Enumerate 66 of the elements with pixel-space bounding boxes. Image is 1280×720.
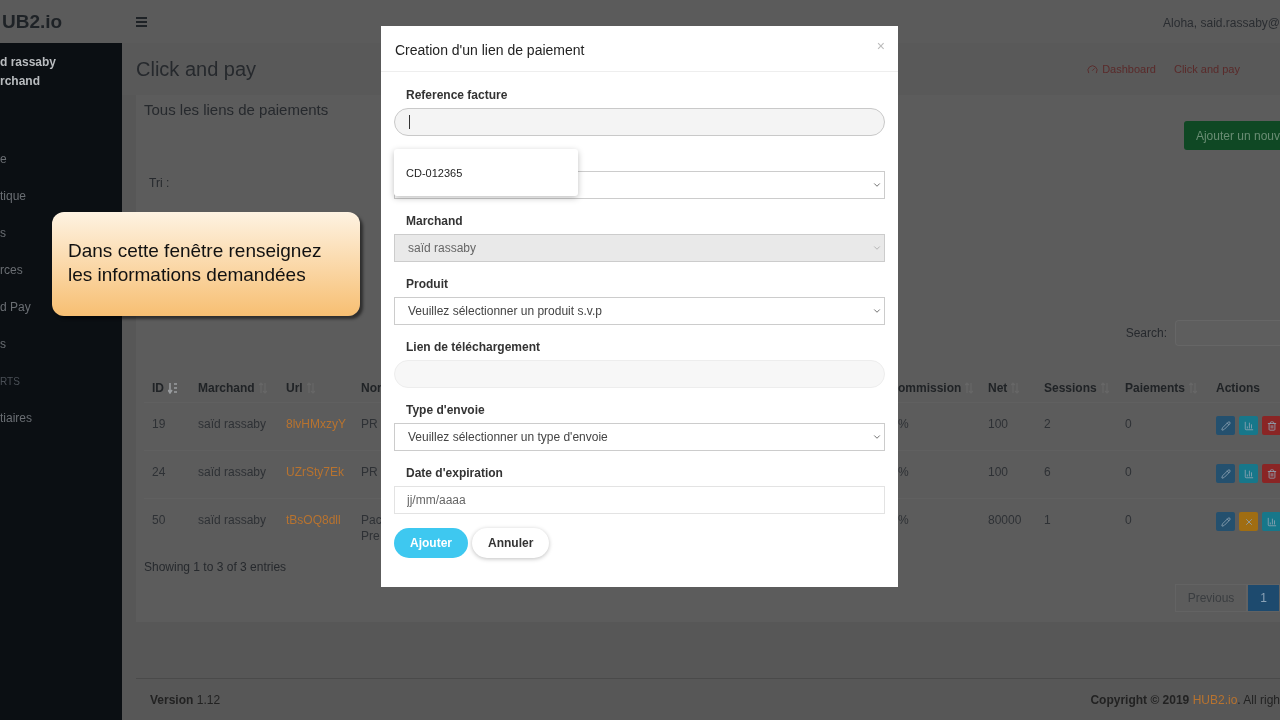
column-header[interactable]: ommission [890, 374, 980, 402]
user-role: rchand [0, 73, 41, 90]
column-header[interactable]: Paiements [1117, 374, 1208, 402]
suggestion-item[interactable]: CD-012365 [406, 166, 463, 179]
cancel-button[interactable] [1239, 512, 1258, 531]
sidebar-item[interactable]: rces [0, 252, 23, 289]
cancel-button[interactable]: Annuler [472, 528, 550, 558]
column-header[interactable]: Sessions [1036, 374, 1117, 402]
url-link[interactable]: UZrSty7Ek [278, 450, 353, 498]
dashboard-icon [1087, 63, 1099, 75]
chart-button[interactable] [1239, 416, 1258, 435]
chevron-icon [872, 180, 882, 190]
trash-icon [1266, 420, 1277, 431]
field-label: Type d'envoie [405, 402, 486, 419]
field-label: Reference facture [405, 87, 509, 104]
column-header[interactable]: Url [278, 374, 353, 402]
add-button[interactable]: Ajouter un nouv [1183, 121, 1280, 150]
select-field[interactable]: Veuillez sélectionner un produit s.v.p [394, 297, 885, 325]
edit-button[interactable] [1216, 464, 1235, 483]
trash-icon [1266, 468, 1277, 479]
page-button[interactable]: 1 [1247, 584, 1280, 612]
bar-chart-icon [1266, 516, 1277, 527]
column-header[interactable]: Net [980, 374, 1036, 402]
sidebar-item[interactable]: d Pay [0, 289, 31, 326]
field-label: Produit [405, 276, 449, 293]
date-field[interactable]: jj/mm/aaaa [394, 486, 885, 514]
chart-button[interactable] [1239, 464, 1258, 483]
edit-button[interactable] [1216, 416, 1235, 435]
chevron-icon [872, 432, 882, 442]
sidebar-item[interactable]: tique [0, 178, 27, 215]
delete-button[interactable] [1262, 464, 1280, 483]
tutorial-tooltip: Dans cette fenêtre renseignez les informations demandées [52, 212, 360, 316]
select-field[interactable]: Veuillez sélectionner un type d'envoie [394, 423, 885, 451]
sidebar-item[interactable]: s [0, 215, 6, 252]
sidebar-item[interactable]: e [0, 141, 7, 178]
column-header[interactable]: Actions [1208, 374, 1280, 402]
menu-icon[interactable] [136, 16, 147, 27]
modal-title: Creation d'un lien de paiement [395, 40, 585, 58]
field-label: Date d'expiration [405, 465, 504, 482]
user-name: d rassaby [0, 54, 58, 71]
column-header[interactable]: ID [144, 374, 190, 402]
field-label: Lien de téléchargement [405, 339, 542, 356]
brand-logo[interactable]: UB2.io [0, 10, 122, 33]
field-label: Marchand [405, 213, 464, 230]
url-link[interactable]: tBsOQ8dll [278, 498, 353, 546]
sidebar-heading: RTS [0, 375, 20, 389]
delete-button[interactable] [1262, 416, 1280, 435]
add-button[interactable]: Ajouter [394, 528, 468, 558]
bar-chart-icon [1243, 468, 1254, 479]
close-icon [1243, 516, 1254, 527]
sort-icon[interactable] [168, 382, 178, 394]
column-header[interactable]: Marchand [190, 374, 278, 402]
sidebar-item[interactable]: tiaires [0, 400, 32, 437]
chart-button[interactable] [1262, 512, 1280, 531]
column-header[interactable]: Nor [353, 374, 381, 402]
input-field[interactable] [394, 108, 885, 136]
edit-button[interactable] [1216, 512, 1235, 531]
chevron-icon [872, 306, 882, 316]
pencil-icon [1220, 420, 1231, 431]
pencil-icon [1220, 516, 1231, 527]
url-link[interactable]: 8lvHMxzyY [278, 402, 353, 450]
pencil-icon [1220, 468, 1231, 479]
chevron-icon [872, 243, 882, 253]
close-button[interactable]: × [876, 37, 885, 54]
sidebar-item[interactable]: s [0, 326, 6, 363]
bar-chart-icon [1243, 420, 1254, 431]
